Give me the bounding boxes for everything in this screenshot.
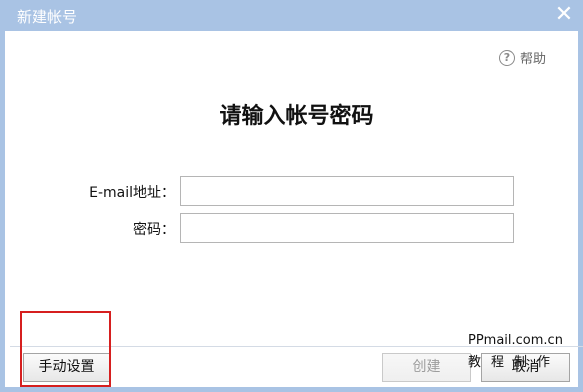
title-bar[interactable]: 新建帐号 ✕ — [5, 0, 583, 31]
password-label: 密码： — [133, 222, 175, 238]
dialog-title: 新建帐号 — [17, 8, 78, 26]
close-icon[interactable]: ✕ — [554, 4, 574, 26]
help-link[interactable]: ? 帮助 — [499, 48, 546, 67]
help-label: 帮助 — [520, 52, 547, 67]
watermark-line2: 教程制作 — [468, 355, 561, 370]
watermark-line1: PPmail.com.cn — [468, 333, 563, 348]
question-circle-icon: ? — [499, 49, 515, 66]
password-field[interactable] — [180, 213, 514, 243]
manual-setup-button[interactable]: 手动设置 — [23, 353, 110, 382]
email-field[interactable] — [180, 176, 514, 206]
page-title: 请输入帐号密码 — [219, 104, 374, 129]
new-account-dialog: 新建帐号 ✕ ? 帮助 请输入帐号密码 E-mail地址： 密码： 手动设置 创… — [0, 0, 583, 392]
watermark: PPmail.com.cn 教程制作 — [468, 330, 563, 374]
create-button[interactable]: 创建 — [382, 353, 471, 382]
email-label: E-mail地址： — [89, 185, 175, 201]
